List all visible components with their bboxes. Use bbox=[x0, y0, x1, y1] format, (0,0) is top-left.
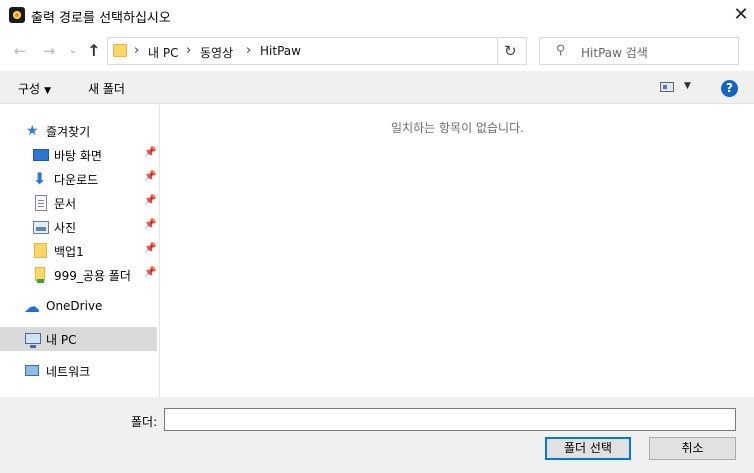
close-icon[interactable]: ✕ bbox=[730, 3, 752, 27]
pin-icon: 📌 bbox=[144, 195, 157, 206]
breadcrumb-videos[interactable]: 동영상 bbox=[200, 44, 233, 61]
navigation-bar: ← → ⌄ ↑ › 내 PC › 동영상 › HitPaw ↻ ⚲ HitPaw… bbox=[0, 31, 754, 71]
document-icon bbox=[35, 195, 47, 211]
sidebar-item-this-pc[interactable]: 내 PC bbox=[0, 327, 157, 351]
desktop-icon bbox=[33, 149, 49, 161]
breadcrumb-separator-icon[interactable]: › bbox=[134, 43, 139, 58]
organize-button[interactable]: 구성 ▼ bbox=[18, 80, 51, 97]
help-icon[interactable]: ? bbox=[721, 80, 738, 97]
onedrive-icon: ☁ bbox=[24, 297, 40, 316]
network-icon bbox=[25, 365, 39, 376]
sidebar-item-label: 다운로드 bbox=[54, 173, 99, 187]
sidebar-item-quick-access[interactable]: ★ 즐겨찾기 bbox=[0, 119, 157, 143]
pin-icon: 📌 bbox=[144, 267, 157, 278]
folder-icon bbox=[113, 44, 127, 57]
view-options-icon[interactable] bbox=[660, 82, 674, 92]
sidebar-item-label: 백업1 bbox=[54, 245, 84, 259]
sidebar-item-onedrive[interactable]: ☁ OneDrive bbox=[0, 295, 157, 319]
this-pc-icon bbox=[25, 333, 41, 348]
file-list-area[interactable]: 일치하는 항목이 없습니다. bbox=[161, 105, 754, 397]
command-toolbar: 구성 ▼ 새 폴더 ▼ ? bbox=[0, 71, 754, 104]
download-icon: ⬇ bbox=[33, 169, 47, 188]
forward-arrow-icon[interactable]: → bbox=[40, 42, 58, 60]
pin-icon: 📌 bbox=[144, 243, 157, 254]
sidebar-item-shared-folder[interactable]: 999_공용 폴더 📌 bbox=[0, 263, 157, 287]
refresh-icon[interactable]: ↻ bbox=[504, 42, 517, 60]
search-box[interactable]: ⚲ HitPaw 검색 bbox=[539, 37, 739, 65]
sidebar-item-network[interactable]: 네트워크 bbox=[0, 359, 157, 383]
sidebar-item-label: 문서 bbox=[54, 197, 77, 211]
shared-folder-icon bbox=[35, 267, 45, 283]
address-bar[interactable]: › 내 PC › 동영상 › HitPaw ↻ bbox=[107, 37, 527, 65]
breadcrumb-hitpaw[interactable]: HitPaw bbox=[260, 44, 301, 58]
empty-folder-message: 일치하는 항목이 없습니다. bbox=[391, 121, 524, 135]
sidebar-item-label: 바탕 화면 bbox=[54, 149, 102, 163]
search-input[interactable]: HitPaw 검색 bbox=[581, 44, 648, 61]
folder-name-input[interactable] bbox=[164, 408, 736, 431]
organize-caret-icon: ▼ bbox=[44, 86, 52, 96]
back-arrow-icon[interactable]: ← bbox=[11, 42, 29, 60]
view-options-caret-icon[interactable]: ▼ bbox=[684, 81, 691, 91]
sidebar-item-downloads[interactable]: ⬇ 다운로드 📌 bbox=[0, 167, 157, 191]
star-icon: ★ bbox=[26, 123, 39, 139]
new-folder-button[interactable]: 새 폴더 bbox=[88, 80, 125, 97]
window-title: 출력 경로를 선택하십시오 bbox=[31, 11, 171, 26]
organize-label: 구성 bbox=[18, 82, 41, 96]
sidebar-item-label: 사진 bbox=[54, 221, 77, 235]
app-icon bbox=[9, 7, 25, 23]
sidebar-item-backup1[interactable]: 백업1 📌 bbox=[0, 239, 157, 263]
sidebar-item-desktop[interactable]: 바탕 화면 📌 bbox=[0, 143, 157, 167]
sidebar-item-label: OneDrive bbox=[46, 299, 103, 313]
sidebar-item-label: 내 PC bbox=[46, 333, 77, 347]
title-bar: 출력 경로를 선택하십시오 ✕ bbox=[0, 0, 754, 31]
breadcrumb-separator-icon[interactable]: › bbox=[246, 43, 251, 58]
sidebar-item-label: 즐겨찾기 bbox=[46, 125, 91, 139]
recent-locations-chevron-icon[interactable]: ⌄ bbox=[64, 42, 82, 60]
breadcrumb-this-pc[interactable]: 내 PC bbox=[148, 44, 178, 61]
pin-icon: 📌 bbox=[144, 147, 157, 158]
sidebar-item-label: 네트워크 bbox=[46, 365, 91, 379]
search-icon: ⚲ bbox=[556, 43, 566, 58]
sidebar-item-documents[interactable]: 문서 📌 bbox=[0, 191, 157, 215]
pin-icon: 📌 bbox=[144, 171, 157, 182]
pictures-icon bbox=[33, 221, 49, 234]
folder-label: 폴더: bbox=[131, 415, 158, 429]
up-arrow-icon[interactable]: ↑ bbox=[85, 42, 103, 60]
navigation-pane[interactable]: ★ 즐겨찾기 바탕 화면 📌 ⬇ 다운로드 📌 문서 📌 사진 📌 백업1 📌 … bbox=[0, 105, 160, 397]
pin-icon: 📌 bbox=[144, 219, 157, 230]
sidebar-item-pictures[interactable]: 사진 📌 bbox=[0, 215, 157, 239]
dialog-footer: 폴더: 폴더 선택 취소 bbox=[0, 397, 754, 473]
sidebar-item-label: 999_공용 폴더 bbox=[54, 269, 131, 283]
folder-icon bbox=[34, 243, 47, 258]
address-divider bbox=[497, 38, 498, 64]
select-folder-button[interactable]: 폴더 선택 bbox=[545, 437, 631, 460]
cancel-button[interactable]: 취소 bbox=[649, 437, 736, 460]
breadcrumb-separator-icon[interactable]: › bbox=[186, 43, 191, 58]
